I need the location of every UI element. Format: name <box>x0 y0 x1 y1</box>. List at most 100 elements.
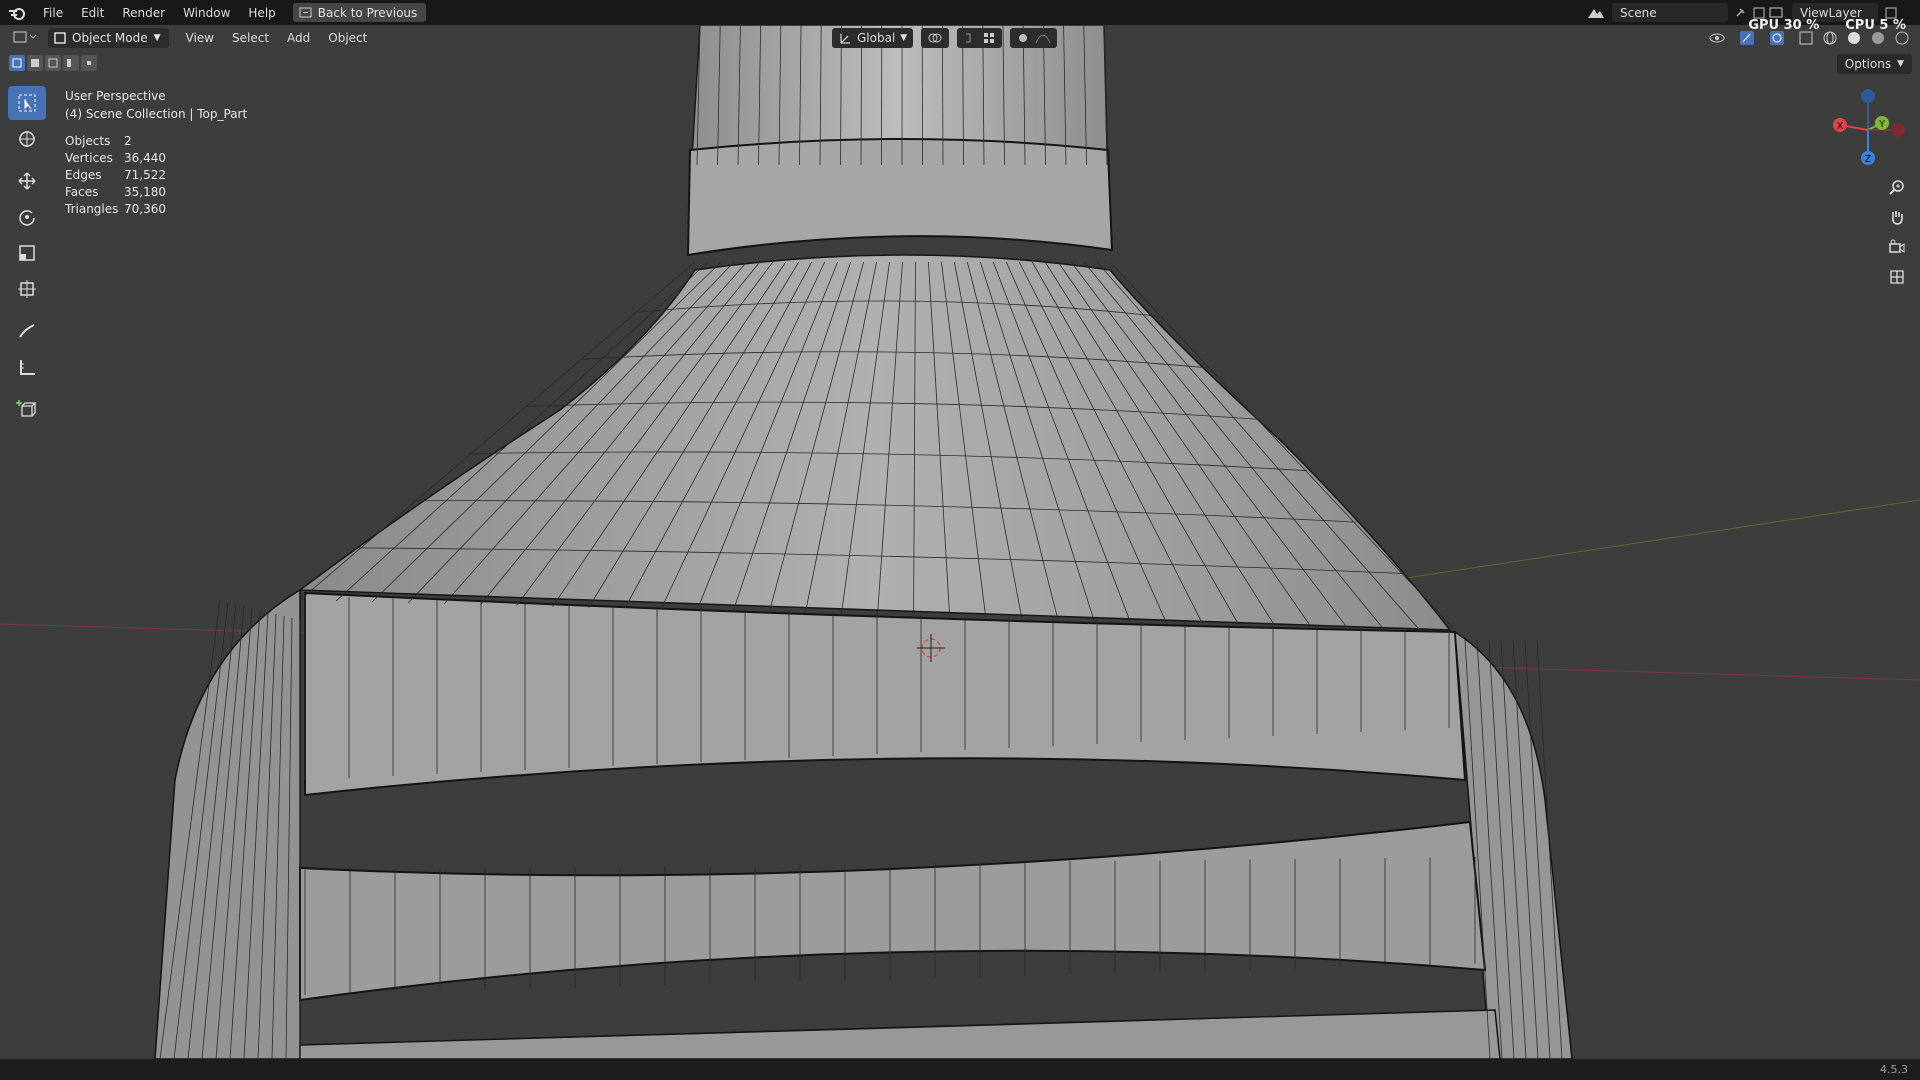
chevron-down-icon: ▼ <box>153 33 161 43</box>
scene-name: Scene <box>1620 5 1657 20</box>
menu-select[interactable]: Select <box>223 31 278 45</box>
options-dropdown[interactable]: Options ▼ <box>1836 54 1912 74</box>
overlays-toggle-icon[interactable] <box>1768 30 1790 46</box>
cursor-tool[interactable] <box>8 122 46 156</box>
select-new-icon[interactable] <box>9 55 25 71</box>
pivot-point-dropdown[interactable] <box>921 28 950 48</box>
rotate-tool[interactable] <box>8 200 46 234</box>
move-icon <box>18 172 36 190</box>
version-label: 4.5.3 <box>1880 1063 1908 1076</box>
measure-icon <box>20 360 35 375</box>
snap-icon <box>966 33 971 43</box>
chevron-down-icon: ▼ <box>1897 59 1904 69</box>
stat-label: Triangles <box>65 202 119 216</box>
object-mode-dropdown[interactable]: Object Mode ▼ <box>48 28 169 48</box>
y-axis-line <box>1379 499 1920 583</box>
stat-value: 36,440 <box>124 151 166 165</box>
stat-value: 2 <box>124 134 132 148</box>
select-intersect-icon[interactable] <box>81 55 97 71</box>
rendered-shading-icon[interactable] <box>1894 30 1910 46</box>
xray-toggle-icon[interactable] <box>1798 30 1814 46</box>
proportional-icon <box>1019 34 1028 42</box>
back-to-previous-label: Back to Previous <box>317 5 418 20</box>
stat-label: Objects <box>65 134 111 148</box>
snap-toggle[interactable] <box>957 28 1003 48</box>
stat-row: Edges 71,522 <box>65 167 247 184</box>
stat-label: Faces <box>65 185 99 199</box>
stat-label: Vertices <box>65 151 113 165</box>
transform-orientation-dropdown[interactable]: Global ▼ <box>832 28 914 48</box>
menu-view[interactable]: View <box>177 31 223 45</box>
falloff-icon <box>1035 34 1051 44</box>
object-mode-icon <box>54 32 66 44</box>
material-shading-icon[interactable] <box>1870 30 1886 46</box>
stat-row: Vertices 36,440 <box>65 150 247 167</box>
pivot-icon <box>928 33 942 43</box>
transform-icon <box>18 280 36 298</box>
pin-icon[interactable] <box>1734 7 1746 19</box>
menu-help[interactable]: Help <box>239 6 284 20</box>
back-icon <box>299 7 312 18</box>
orientation-icon <box>840 34 850 44</box>
add-cube-tool[interactable] <box>8 392 46 426</box>
visibility-icon[interactable] <box>1708 30 1730 46</box>
mesh-lower-bar <box>299 820 1487 1002</box>
zoom-button[interactable] <box>1882 172 1912 202</box>
menu-add[interactable]: Add <box>278 31 319 45</box>
stat-row: Triangles 70,360 <box>65 201 247 218</box>
status-bar: 4.5.3 <box>0 1059 1920 1080</box>
back-to-previous-button[interactable]: Back to Previous <box>292 3 427 22</box>
gizmo-x-neg[interactable] <box>1891 123 1905 137</box>
proportional-editing-toggle[interactable] <box>1010 28 1058 48</box>
perspective-toggle-button[interactable] <box>1882 262 1912 292</box>
select-invert-icon[interactable] <box>63 55 79 71</box>
select-subtract-icon[interactable] <box>45 55 61 71</box>
zoom-icon <box>1889 180 1904 195</box>
menu-window[interactable]: Window <box>174 6 239 20</box>
gizmo-toggle-icon[interactable] <box>1738 30 1760 46</box>
solid-shading-icon[interactable] <box>1846 30 1862 46</box>
gizmo-z-neg[interactable] <box>1861 89 1875 103</box>
navigation-gizmo[interactable]: X Y Z <box>1825 85 1915 175</box>
rotate-icon <box>19 210 35 226</box>
transform-orientation-label: Global <box>857 31 896 45</box>
scale-icon <box>19 245 35 261</box>
view-name: User Perspective <box>65 89 166 103</box>
scene-icon <box>1588 8 1604 18</box>
grid-icon <box>1890 270 1904 284</box>
scale-tool[interactable] <box>8 236 46 270</box>
viewport-header: Object Mode ▼ View Select Add Object Glo… <box>0 25 1920 51</box>
annotate-tool[interactable] <box>8 314 46 348</box>
measure-tool[interactable] <box>8 350 46 384</box>
menu-file[interactable]: File <box>34 6 72 20</box>
options-label: Options <box>1844 57 1892 71</box>
select-extend-icon[interactable] <box>27 55 43 71</box>
editor-type-icon[interactable] <box>12 29 38 45</box>
mesh-ring <box>686 138 1114 257</box>
add-cube-icon <box>16 400 37 417</box>
transform-tool[interactable] <box>8 272 46 306</box>
menu-object[interactable]: Object <box>319 31 376 45</box>
stat-value: 71,522 <box>124 168 166 182</box>
move-tool[interactable] <box>8 164 46 198</box>
gizmo-y-label: Y <box>1878 119 1886 130</box>
menu-edit[interactable]: Edit <box>72 6 113 20</box>
camera-view-button[interactable] <box>1882 232 1912 262</box>
snap-grid-icon <box>984 33 995 43</box>
viewport-canvas[interactable] <box>0 0 1920 1080</box>
mesh-bottom-bar <box>299 1009 1501 1060</box>
stat-label: Edges <box>65 168 102 182</box>
scene-name-field[interactable]: Scene <box>1612 3 1728 22</box>
annotate-icon <box>19 324 35 338</box>
pan-button[interactable] <box>1882 202 1912 232</box>
camera-icon <box>1889 239 1905 253</box>
collection-label: (4) Scene Collection | Top_Part <box>65 107 248 121</box>
object-mode-label: Object Mode <box>72 31 148 45</box>
wireframe-shading-icon[interactable] <box>1822 30 1838 46</box>
blender-logo-icon[interactable] <box>0 0 34 25</box>
viewport-info-overlay: User Perspective (4) Scene Collection | … <box>65 87 247 218</box>
menu-render[interactable]: Render <box>113 6 174 20</box>
cursor-arrow-icon <box>18 94 36 112</box>
stat-value: 35,180 <box>124 185 166 199</box>
select-box-tool[interactable] <box>8 86 46 120</box>
